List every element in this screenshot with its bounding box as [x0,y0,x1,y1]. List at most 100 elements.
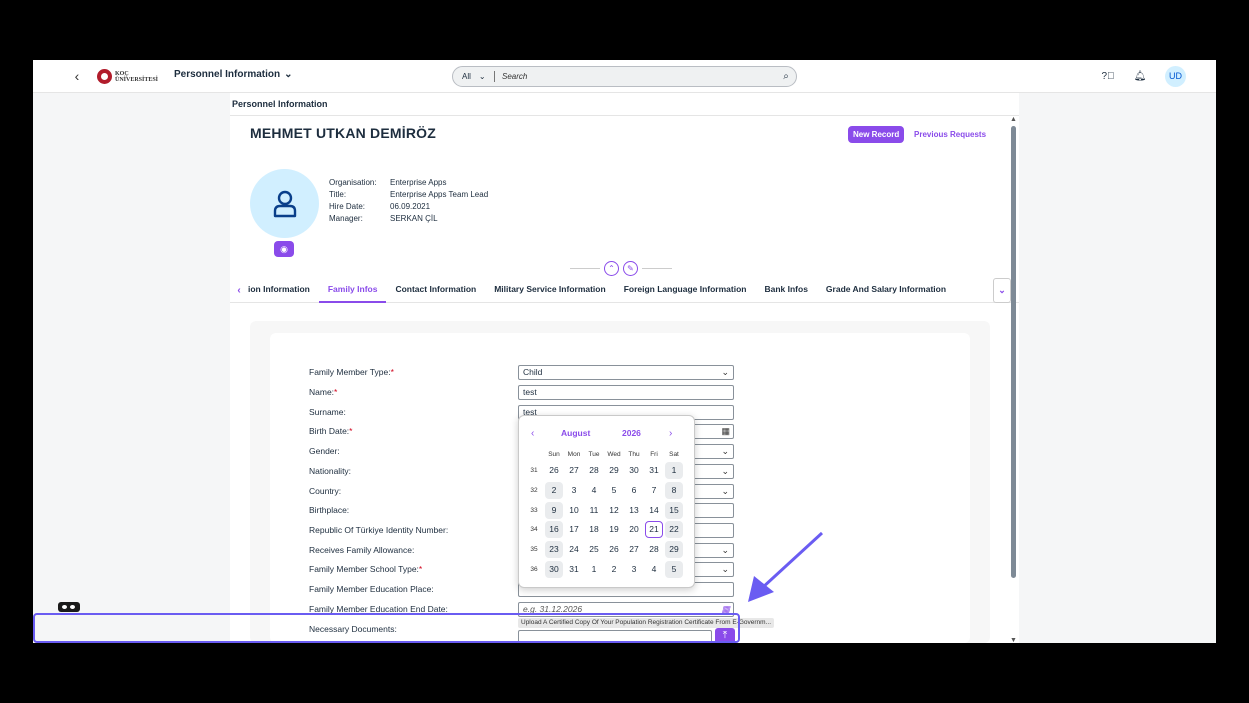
calendar-day[interactable]: 20 [625,521,643,538]
divider [230,115,1019,116]
calendar-day[interactable]: 25 [585,541,603,558]
calendar-day[interactable]: 31 [565,561,583,578]
calendar-week-number: 34 [530,526,538,534]
calendar-day[interactable]: 22 [665,521,683,539]
nationality-label: Nationality: [309,466,352,476]
calendar-day[interactable]: 31 [645,462,663,479]
calendar-day[interactable]: 4 [645,561,663,578]
chevron-down-icon: ⌄ [284,69,293,80]
chevron-left-icon[interactable]: ‹ [531,428,534,439]
app-title-menu[interactable]: Personnel Information ⌄ [174,69,293,80]
calendar-day[interactable]: 24 [565,541,583,558]
school-type-label: Family Member School Type:* [309,564,423,574]
calendar-icon[interactable]: ▦ [721,425,730,438]
collapse-header-icon[interactable]: ⌃ [604,261,619,276]
help-icon[interactable]: ?⃝ [1101,70,1115,84]
scroll-thumb[interactable] [1011,126,1016,578]
calendar-day[interactable]: 2 [605,561,623,578]
chevron-down-icon: ⌄ [721,446,729,456]
calendar-day[interactable]: 26 [605,541,623,558]
calendar-day[interactable]: 11 [585,502,603,519]
chevron-left-icon[interactable]: ‹ [230,285,248,296]
calendar-day[interactable]: 19 [605,521,623,538]
calendar-day[interactable]: 14 [645,502,663,519]
calendar-day[interactable]: 15 [665,501,683,519]
calendar-day[interactable]: 6 [625,482,643,499]
scroll-up-icon[interactable]: ▲ [1010,116,1017,123]
calendar-day[interactable]: 21 [645,521,663,539]
user-avatar[interactable]: UD [1165,66,1186,87]
tab-grade-salary[interactable]: Grade And Salary Information [817,278,955,303]
previous-requests-link[interactable]: Previous Requests [914,130,986,139]
assistant-robot-icon[interactable] [58,602,80,612]
calendar-weekday: Fri [650,450,658,458]
tab-contact-information[interactable]: Contact Information [386,278,485,303]
calendar-day[interactable]: 28 [585,462,603,479]
calendar-day[interactable]: 3 [625,561,643,578]
calendar-day[interactable]: 8 [665,482,683,500]
calendar-day[interactable]: 30 [625,462,643,479]
calendar-day[interactable]: 16 [545,521,563,539]
info-value: Enterprise Apps Team Lead [390,190,489,199]
search-bar: All ⌄ Search ⌕ [452,66,797,87]
date-picker-popover: ‹ August 2026 › Sun Mon Tue Wed Thu Fri Sat 31 2… [518,415,695,588]
tab-family-infos[interactable]: Family Infos [318,278,387,303]
family-member-type-select[interactable]: Child ⌄ [518,365,734,380]
calendar-day[interactable]: 1 [665,462,683,480]
chevron-down-icon: ⌄ [721,367,729,377]
calendar-day[interactable]: 2 [545,482,563,500]
calendar-day[interactable]: 23 [545,541,563,559]
chevron-down-icon[interactable]: ⌄ [993,278,1011,303]
calendar-day[interactable]: 28 [645,541,663,558]
pin-icon[interactable]: ✎ [623,261,638,276]
tab-information[interactable]: ion Information [248,278,319,303]
calendar-day[interactable]: 9 [545,501,563,519]
calendar-week-number: 33 [530,506,538,514]
name-input[interactable]: test [518,385,734,400]
tab-bar: ‹ ion Information Family Infos Contact I… [230,278,1019,303]
calendar-day[interactable]: 10 [565,502,583,519]
calendar-day[interactable]: 12 [605,502,623,519]
search-input[interactable]: Search [495,72,776,81]
chevron-down-icon: ⌄ [721,564,729,574]
calendar-day[interactable]: 30 [545,560,563,578]
info-label: Organisation: [329,178,377,187]
new-record-button[interactable]: New Record [848,126,905,143]
calendar-day[interactable]: 3 [565,482,583,499]
calendar-day[interactable]: 26 [545,462,563,479]
bell-icon[interactable]: 🔔︎ [1133,70,1147,84]
logo[interactable]: KOÇ ÜNİVERSİTESİ [97,68,159,85]
logo-mark-icon [97,69,112,84]
chevron-down-icon: ⌄ [721,486,729,496]
search-icon[interactable]: ⌕ [776,71,796,82]
calendar-day[interactable]: 18 [585,521,603,538]
page-scrollbar[interactable]: ▲ ▼ [1010,116,1018,644]
employee-info: Organisation: Enterprise Apps Title: Enter… [329,177,488,225]
chevron-right-icon[interactable]: › [669,428,672,439]
shell-actions: ?⃝ 🔔︎ UD [1101,66,1186,87]
calendar-day[interactable]: 5 [665,560,683,578]
calendar-day[interactable]: 29 [665,541,683,559]
calendar-year-button[interactable]: 2026 [622,428,641,438]
search-scope-select[interactable]: All ⌄ [453,71,495,82]
calendar-day[interactable]: 13 [625,502,643,519]
calendar-day[interactable]: 4 [585,482,603,499]
camera-icon[interactable]: ◉ [274,241,294,257]
chevron-down-icon: ⌄ [478,72,486,81]
calendar-day[interactable]: 17 [565,521,583,538]
employee-name: MEHMET UTKAN DEMİRÖZ [250,125,436,141]
calendar-day[interactable]: 27 [625,541,643,558]
calendar-week-row: 33 9 10 11 12 13 14 15 [524,500,684,520]
tab-bank-infos[interactable]: Bank Infos [755,278,816,303]
calendar-day[interactable]: 27 [565,462,583,479]
calendar-month-button[interactable]: August [561,428,590,438]
calendar-day[interactable]: 1 [585,561,603,578]
tab-military-service[interactable]: Military Service Information [485,278,614,303]
calendar-day[interactable]: 5 [605,482,623,499]
calendar-week-row: 36 30 31 1 2 3 4 5 [524,559,684,579]
calendar-day[interactable]: 7 [645,482,663,499]
calendar-day[interactable]: 29 [605,462,623,479]
scroll-down-icon[interactable]: ▼ [1010,637,1017,644]
tab-foreign-language[interactable]: Foreign Language Information [615,278,756,303]
back-icon[interactable]: ‹ [69,68,85,84]
